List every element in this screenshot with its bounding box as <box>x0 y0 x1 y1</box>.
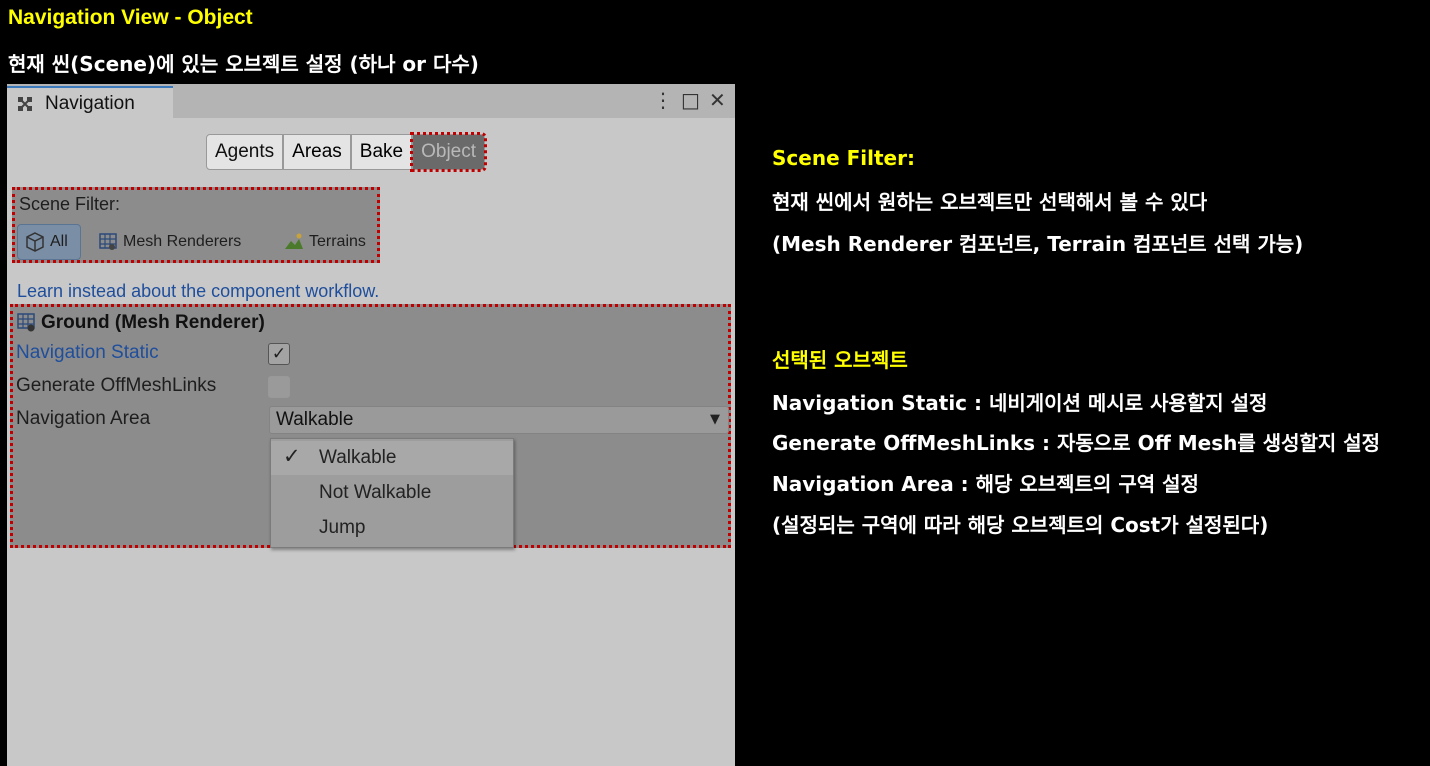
object-settings-panel: Ground (Mesh Renderer) Navigation Static… <box>10 304 731 548</box>
menu-item-not-walkable[interactable]: Not Walkable <box>271 476 513 510</box>
slide-title: Navigation View - Object <box>8 6 253 29</box>
navigation-toolbar: Agents Areas Bake Object <box>206 132 488 172</box>
navigation-area-value: Walkable <box>276 409 354 430</box>
navigation-area-dropdown[interactable]: Walkable ▼ <box>269 406 729 434</box>
navigation-area-label: Navigation Area <box>16 408 151 429</box>
navigation-area-menu: ✓ Walkable Not Walkable Jump <box>270 438 514 548</box>
object-title: Ground (Mesh Renderer) <box>41 312 265 333</box>
menu-item-walkable[interactable]: ✓ Walkable <box>271 441 513 475</box>
filter-terrains-label: Terrains <box>309 233 366 250</box>
menu-item-label: Walkable <box>319 447 397 468</box>
note-scene-filter-heading: Scene Filter: <box>772 146 915 170</box>
window-tabbar: Navigation ⋮ □ ✕ <box>7 84 735 118</box>
note-selected-heading: 선택된 오브젝트 <box>772 348 908 372</box>
note-scene-filter-line1: 현재 씬에서 원하는 오브젝트만 선택해서 볼 수 있다 <box>772 190 1208 214</box>
scene-filter-group: Scene Filter: All Mesh Renderers Terrain… <box>12 187 380 263</box>
cube-icon <box>26 232 44 252</box>
mesh-renderer-icon <box>17 313 35 332</box>
menu-item-label: Not Walkable <box>319 482 432 503</box>
tab-areas[interactable]: Areas <box>283 134 351 170</box>
navigation-window: Navigation ⋮ □ ✕ Agents Areas Bake Objec… <box>7 84 735 766</box>
maximize-icon[interactable]: □ <box>681 88 700 112</box>
check-icon: ✓ <box>283 445 301 468</box>
tab-navigation[interactable]: Navigation <box>7 86 173 118</box>
check-icon: ✓ <box>271 344 287 364</box>
filter-all-label: All <box>50 233 68 250</box>
navigation-icon <box>18 97 32 111</box>
filter-all-button[interactable]: All <box>17 224 81 260</box>
note-navigation-static: Navigation Static : 네비게이션 메시로 사용할지 설정 <box>772 391 1268 415</box>
component-workflow-link[interactable]: Learn instead about the component workfl… <box>17 281 379 302</box>
tab-agents[interactable]: Agents <box>206 134 284 170</box>
menu-item-jump[interactable]: Jump <box>271 511 513 545</box>
generate-offmeshlinks-label: Generate OffMeshLinks <box>16 375 217 396</box>
note-navigation-area: Navigation Area : 해당 오브젝트의 구역 설정 <box>772 472 1199 496</box>
mesh-renderer-icon <box>99 233 117 250</box>
filter-terrains-button[interactable]: Terrains <box>283 224 366 260</box>
generate-offmeshlinks-checkbox[interactable] <box>268 376 290 398</box>
navigation-static-label: Navigation Static <box>16 342 159 363</box>
chevron-down-icon: ▼ <box>710 412 720 427</box>
note-cost: (설정되는 구역에 따라 해당 오브젝트의 Cost가 설정된다) <box>772 513 1269 537</box>
note-generate-offmeshlinks: Generate OffMeshLinks : 자동으로 Off Mesh를 생… <box>772 431 1381 455</box>
navigation-static-checkbox[interactable]: ✓ <box>268 343 290 365</box>
close-icon[interactable]: ✕ <box>709 88 726 112</box>
slide-subtitle: 현재 씬(Scene)에 있는 오브젝트 설정 (하나 or 다수) <box>8 52 479 76</box>
menu-item-label: Jump <box>319 517 366 538</box>
scene-filter-label: Scene Filter: <box>19 194 121 214</box>
filter-mesh-renderers-button[interactable]: Mesh Renderers <box>97 224 241 260</box>
filter-mesh-renderers-label: Mesh Renderers <box>123 233 242 250</box>
terrain-icon <box>285 233 303 249</box>
more-options-icon[interactable]: ⋮ <box>653 88 673 112</box>
note-scene-filter-line2: (Mesh Renderer 컴포넌트, Terrain 컴포넌트 선택 가능) <box>772 232 1304 256</box>
tab-label: Navigation <box>45 93 135 114</box>
tab-bake[interactable]: Bake <box>350 134 413 170</box>
tab-object[interactable]: Object <box>410 132 488 172</box>
